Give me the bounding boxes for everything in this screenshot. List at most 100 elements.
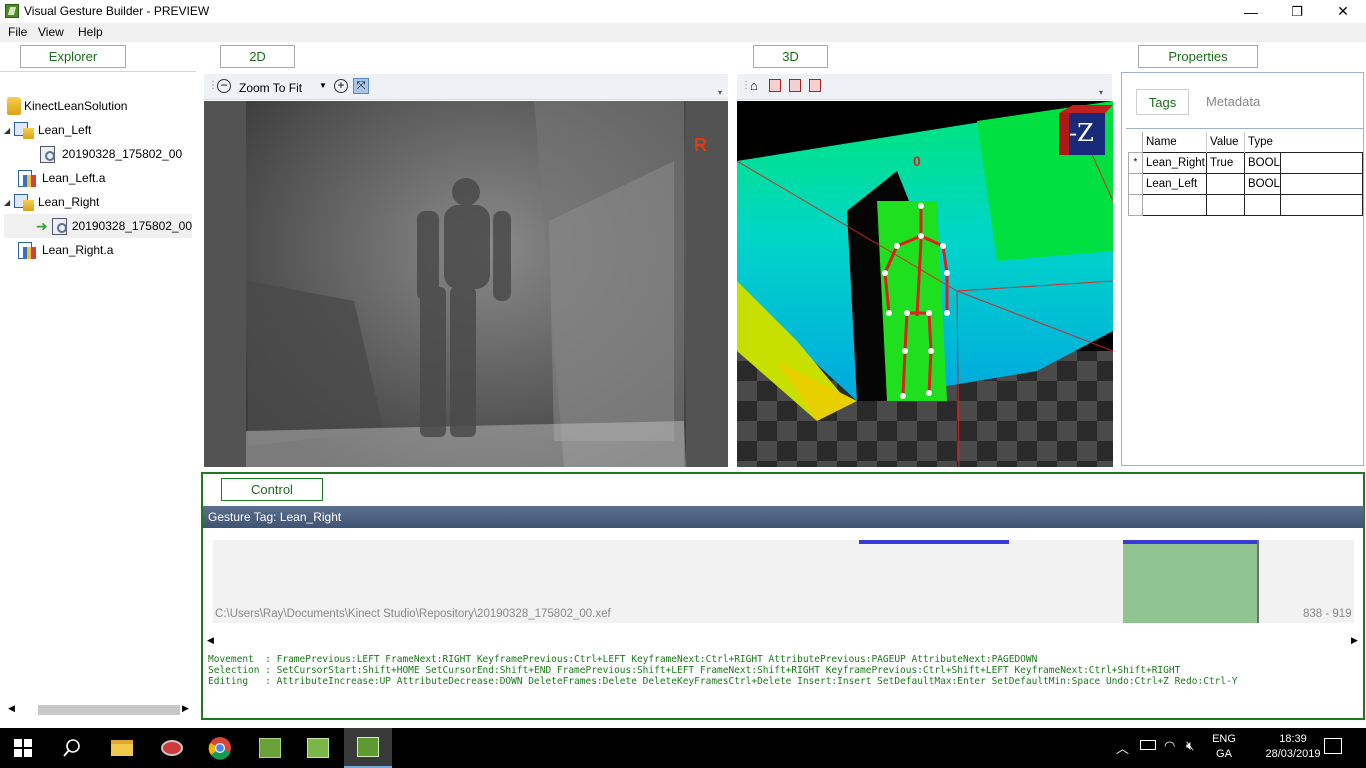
timeline-scroll-right-icon[interactable]: ▶ [1351,635,1358,646]
windows-start-icon[interactable] [14,739,32,757]
zoom-in-icon[interactable]: + [334,79,348,93]
gesture-builder-icon[interactable] [246,728,294,768]
tree-item-clip-selected[interactable]: ➜ 20190328_175802_00 [4,214,192,238]
explorer-divider [0,71,196,72]
file-explorer-icon[interactable] [98,728,146,768]
table-row-new[interactable] [1128,193,1363,216]
toolbar-2d: ⋮ − Zoom To Fit ▼ + ⤧ ▾ [204,74,728,100]
cell-name[interactable] [1142,193,1207,216]
tree-item-database-lean-right[interactable]: Lean_Right.a [4,238,194,262]
view-side-icon[interactable] [789,79,801,92]
shortcut-line-selection: Selection : SetCursorStart:Shift+HOME Se… [208,665,1181,676]
timeline-cursor[interactable] [1257,540,1259,623]
cell-type[interactable]: BOOL [1244,151,1281,174]
explorer-scrollbar[interactable]: ◀ ▶ [4,702,192,718]
toolbar-overflow-icon[interactable]: ▾ [718,88,722,97]
scroll-left-icon[interactable]: ◀ [8,703,15,714]
tree-item-database-lean-left[interactable]: Lean_Left.a [4,166,194,190]
view3d-panel-header[interactable]: 3D [753,45,828,68]
tree-item-label: 20190328_175802_00 [62,147,183,161]
tab-metadata[interactable]: Metadata [1206,94,1260,109]
tree-item-project-lean-right[interactable]: ◢ Lean_Right [4,190,194,214]
tree-item-label: Lean_Right [38,195,100,209]
tag-true-region [1123,540,1257,623]
scrollbar-thumb[interactable] [38,705,180,715]
language-indicator[interactable]: ENG GA [1208,733,1240,760]
volume-muted-icon[interactable]: 🔇︎ [1186,738,1194,754]
column-header-type[interactable]: Type [1245,132,1281,152]
tree-item-clip[interactable]: 20190328_175802_00 [4,142,194,166]
view-cube-axis-label[interactable]: -Z [1069,119,1094,147]
control-panel-header[interactable]: Control [221,478,323,501]
tree-item-project-lean-left[interactable]: ◢ Lean_Left [4,118,194,142]
viewer-3d[interactable]: 0 -Z [737,101,1113,467]
chrome-icon[interactable] [196,728,244,768]
tray-expand-icon[interactable]: ︿ [1116,738,1129,757]
scroll-right-icon[interactable]: ▶ [182,703,189,714]
tree-item-solution[interactable]: KinectLeanSolution [4,94,194,118]
fit-to-window-icon[interactable]: ⤧ [353,78,369,94]
tracked-body-id: 0 [913,153,921,169]
project-icon [14,120,36,140]
menu-view[interactable]: View [38,25,64,39]
timeline-scroll-left-icon[interactable]: ◀ [207,635,214,646]
tab-tags[interactable]: Tags [1136,89,1189,115]
row-marker [1128,193,1143,216]
menu-bar: File View Help [0,23,1366,42]
view-top-icon[interactable] [809,79,821,92]
cell-name[interactable]: Lean_Right [1142,151,1207,174]
viewer-2d[interactable]: R [204,101,728,467]
clip-file-path: C:\Users\Ray\Documents\Kinect Studio\Rep… [215,608,611,620]
cell-type[interactable]: BOOL [1244,172,1281,195]
table-row[interactable]: Lean_Left BOOL [1128,172,1363,195]
cell-value[interactable] [1206,193,1245,216]
close-button[interactable]: ✕ [1320,0,1366,23]
home-view-icon[interactable]: ⌂ [750,78,758,93]
menu-file[interactable]: File [8,25,27,39]
infrared-frame [204,101,728,467]
gesture-viewer-icon[interactable] [294,728,342,768]
timeline-keyframe-range [859,540,1009,544]
search-icon[interactable] [62,738,82,758]
timeline[interactable]: C:\Users\Ray\Documents\Kinect Studio\Rep… [213,540,1354,623]
minimize-button[interactable]: — [1228,0,1274,23]
column-header-value[interactable]: Value [1206,132,1245,152]
restore-button[interactable]: ❐ [1274,0,1320,23]
clock[interactable]: 18:39 28/03/2019 [1256,733,1330,760]
toolbar-overflow-icon[interactable]: ▾ [1099,88,1103,97]
zoom-select-value: Zoom To Fit [239,81,303,95]
dropdown-arrow-icon[interactable]: ▼ [319,81,327,90]
tags-table[interactable]: Name Value Type * Lean_Right True BOOL L… [1128,132,1363,216]
timeline-selection-range [1123,540,1257,544]
expander-icon[interactable]: ◢ [4,198,14,207]
explorer-panel-header[interactable]: Explorer [20,45,126,68]
toolbar-3d: ⋮ ⌂ ▾ [737,74,1112,100]
cell-value[interactable] [1206,172,1245,195]
battery-icon[interactable] [1140,740,1156,750]
cell-name[interactable]: Lean_Left [1142,172,1207,195]
tree-item-label: 20190328_175802_00 [71,219,192,233]
zoom-out-icon[interactable]: − [217,79,231,93]
column-header-name[interactable]: Name [1142,132,1207,152]
table-row[interactable]: * Lean_Right True BOOL [1128,151,1363,174]
clock-date: 28/03/2019 [1265,748,1321,760]
language-code: ENG [1212,733,1236,745]
notifications-icon[interactable] [1324,738,1342,754]
view-front-icon[interactable] [769,79,781,92]
keyboard-layout: GA [1216,748,1232,760]
properties-panel-header[interactable]: Properties [1138,45,1258,68]
tree-item-label: Lean_Left [38,123,92,137]
clip-icon [38,144,60,164]
cell-value[interactable]: True [1206,151,1245,174]
properties-panel: Tags Metadata Name Value Type * Lean_Rig… [1121,72,1364,466]
kinect-studio-icon[interactable] [148,728,196,768]
menu-help[interactable]: Help [78,25,103,39]
zoom-select[interactable]: Zoom To Fit ▼ [236,78,328,96]
active-app-icon[interactable] [344,728,392,768]
overlay-label: R [694,135,707,155]
shortcut-line-editing: Editing : AttributeIncrease:UP Attribute… [208,676,1238,687]
view2d-panel-header[interactable]: 2D [220,45,295,68]
wifi-icon[interactable]: ◠ [1164,738,1175,754]
cell-type[interactable] [1244,193,1281,216]
expander-icon[interactable]: ◢ [4,126,14,135]
